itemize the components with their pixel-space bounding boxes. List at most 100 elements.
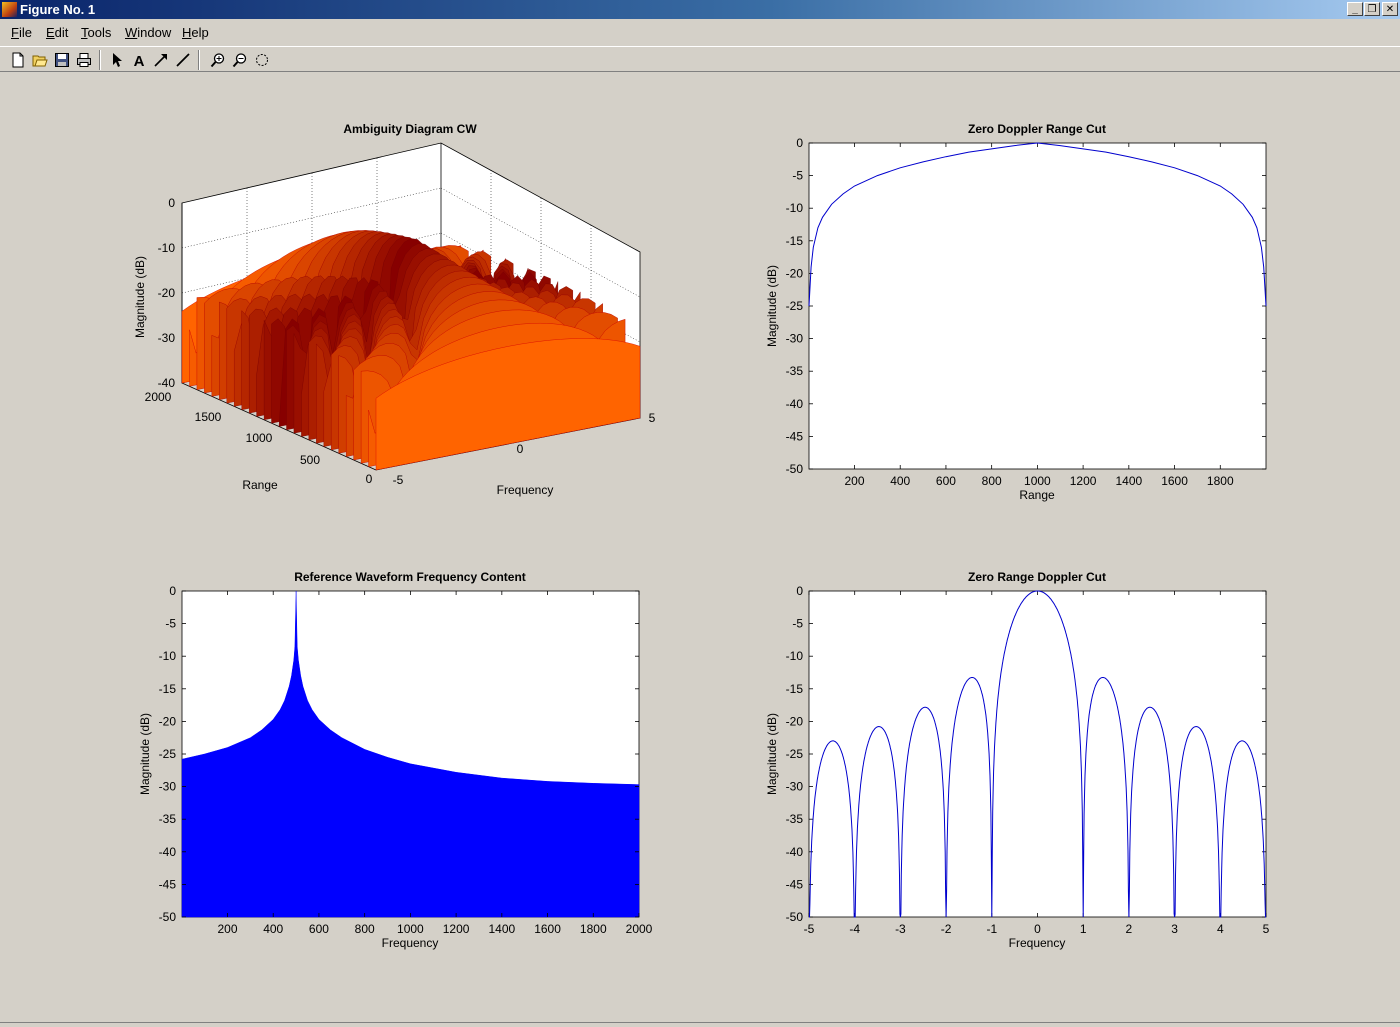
y-tick-label: -10 bbox=[786, 201, 804, 215]
z-tick-label: -30 bbox=[158, 331, 176, 345]
z-tick-label: 0 bbox=[168, 196, 175, 210]
y-tick-label: -20 bbox=[786, 714, 804, 728]
menu-help[interactable]: Help bbox=[182, 25, 209, 40]
x-tick-label: 1800 bbox=[1207, 474, 1234, 488]
zero-doppler-title: Zero Doppler Range Cut bbox=[968, 122, 1106, 136]
y-tick-label: -15 bbox=[159, 682, 177, 696]
x-tick-label: 200 bbox=[217, 922, 237, 936]
y-tick-label: -5 bbox=[792, 169, 803, 183]
x-tick-label: -3 bbox=[895, 922, 906, 936]
rotate-icon[interactable] bbox=[252, 50, 272, 70]
title-bar: Figure No. 1 _ ❐ ✕ bbox=[0, 0, 1400, 19]
figure-area: Ambiguity Diagram CW 0 -10 -20 -30 -40 0… bbox=[0, 72, 1400, 1022]
ambiguity-title: Ambiguity Diagram CW bbox=[343, 122, 477, 136]
ambiguity-diagram-axes[interactable]: Ambiguity Diagram CW 0 -10 -20 -30 -40 0… bbox=[133, 122, 656, 497]
x-tick-label: 2000 bbox=[626, 922, 653, 936]
x-tick-label: 1200 bbox=[443, 922, 470, 936]
x-tick-label: 1000 bbox=[246, 431, 273, 445]
x-tick-label: 1000 bbox=[397, 922, 424, 936]
x-tick-label: 3 bbox=[1171, 922, 1178, 936]
y-tick-label: -45 bbox=[786, 429, 804, 443]
figure-canvas[interactable]: Ambiguity Diagram CW 0 -10 -20 -30 -40 0… bbox=[0, 72, 1400, 1022]
toolbar-separator bbox=[99, 50, 101, 70]
zero-doppler-y-label: Magnitude (dB) bbox=[765, 265, 779, 347]
x-tick-label: 1600 bbox=[534, 922, 561, 936]
print-icon[interactable] bbox=[74, 50, 94, 70]
zero-doppler-plot-box bbox=[808, 142, 1267, 470]
open-folder-icon[interactable] bbox=[30, 50, 50, 70]
save-icon[interactable] bbox=[52, 50, 72, 70]
y-tick-label: -50 bbox=[159, 910, 177, 924]
x-tick-label: 1400 bbox=[488, 922, 515, 936]
x-tick-label: 2000 bbox=[145, 390, 172, 404]
x-tick-label: 1400 bbox=[1115, 474, 1142, 488]
x-tick-label: -5 bbox=[804, 922, 815, 936]
matlab-app-icon[interactable] bbox=[2, 2, 17, 17]
y-tick-label: -20 bbox=[786, 266, 804, 280]
x-tick-label: 1600 bbox=[1161, 474, 1188, 488]
zero-range-axes[interactable]: Zero Range Doppler Cut -5 -4 -3 -2 -1 0 1 2 3 4 50… bbox=[765, 570, 1270, 950]
z-tick-label: -20 bbox=[158, 286, 176, 300]
menu-edit[interactable]: Edit bbox=[46, 25, 68, 40]
x-tick-label: 1800 bbox=[580, 922, 607, 936]
figure-toolbar: A bbox=[0, 46, 1400, 72]
y-tick-label: -15 bbox=[786, 234, 804, 248]
restore-button[interactable]: ❐ bbox=[1364, 2, 1380, 16]
y-tick-label: -25 bbox=[786, 747, 804, 761]
x-tick-label: 5 bbox=[1263, 922, 1270, 936]
y-tick-label: 5 bbox=[649, 411, 656, 425]
x-tick-label: -1 bbox=[986, 922, 997, 936]
menu-bar: File Edit Tools Window Help bbox=[0, 20, 1400, 44]
reference-freq-axes[interactable]: Reference Waveform Frequency Content 200… bbox=[138, 570, 653, 950]
select-arrow-icon[interactable] bbox=[107, 50, 127, 70]
new-file-icon[interactable] bbox=[8, 50, 28, 70]
menu-window[interactable]: Window bbox=[125, 25, 171, 40]
menu-tools[interactable]: Tools bbox=[81, 25, 111, 40]
reference-freq-title: Reference Waveform Frequency Content bbox=[294, 570, 526, 584]
y-tick-label: -40 bbox=[159, 845, 177, 859]
zoom-in-icon[interactable] bbox=[208, 50, 228, 70]
text-icon[interactable]: A bbox=[129, 50, 149, 70]
ambiguity-y-label: Frequency bbox=[497, 483, 554, 497]
reference-freq-x-label: Frequency bbox=[382, 936, 439, 950]
y-tick-label: -30 bbox=[786, 780, 804, 794]
toolbar-separator bbox=[198, 50, 200, 70]
y-tick-label: -35 bbox=[159, 812, 177, 826]
arrow-icon[interactable] bbox=[151, 50, 171, 70]
window-bottom-edge bbox=[0, 1022, 1400, 1026]
close-button[interactable]: ✕ bbox=[1382, 2, 1398, 16]
menu-file[interactable]: File bbox=[11, 25, 32, 40]
zero-doppler-x-label: Range bbox=[1019, 488, 1055, 502]
zero-range-x-label: Frequency bbox=[1009, 936, 1066, 950]
y-tick-label: -25 bbox=[159, 747, 177, 761]
x-tick-label: -2 bbox=[941, 922, 952, 936]
y-tick-label: 0 bbox=[796, 584, 803, 598]
y-tick-label: 0 bbox=[517, 442, 524, 456]
y-tick-label: -40 bbox=[786, 397, 804, 411]
x-tick-label: 500 bbox=[300, 453, 320, 467]
y-tick-label: -15 bbox=[786, 682, 804, 696]
y-tick-label: -30 bbox=[786, 332, 804, 346]
zoom-out-icon[interactable] bbox=[230, 50, 250, 70]
x-tick-label: 1500 bbox=[195, 410, 222, 424]
y-tick-label: -50 bbox=[786, 462, 804, 476]
x-tick-label: 600 bbox=[309, 922, 329, 936]
zero-range-plot-box bbox=[808, 590, 1267, 918]
x-tick-label: 0 bbox=[1034, 922, 1041, 936]
y-tick-label: -5 bbox=[393, 473, 404, 487]
line-icon[interactable] bbox=[173, 50, 193, 70]
ambiguity-z-ticks: 0 -10 -20 -30 -40 bbox=[158, 196, 176, 390]
x-tick-label: -4 bbox=[849, 922, 860, 936]
minimize-button[interactable]: _ bbox=[1347, 2, 1363, 16]
zero-range-title: Zero Range Doppler Cut bbox=[968, 570, 1106, 584]
x-tick-label: 2 bbox=[1126, 922, 1133, 936]
zero-range-y-label: Magnitude (dB) bbox=[765, 713, 779, 795]
x-tick-label: 800 bbox=[982, 474, 1002, 488]
x-tick-label: 1000 bbox=[1024, 474, 1051, 488]
zero-doppler-axes[interactable]: Zero Doppler Range Cut 200 400 600 800 1000 1… bbox=[765, 122, 1267, 502]
z-tick-label: -10 bbox=[158, 241, 176, 255]
x-tick-label: 4 bbox=[1217, 922, 1224, 936]
y-tick-label: -35 bbox=[786, 364, 804, 378]
ambiguity-z-label: Magnitude (dB) bbox=[133, 256, 147, 338]
x-tick-label: 200 bbox=[844, 474, 864, 488]
